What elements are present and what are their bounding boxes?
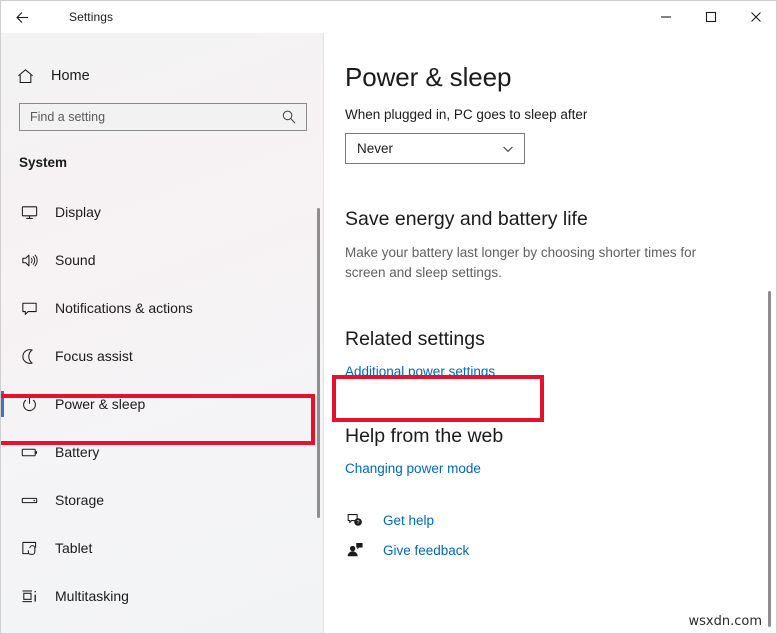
window-controls (643, 1, 776, 33)
sidebar-item-label: Focus assist (55, 348, 133, 364)
sidebar-item-display[interactable]: Display (1, 188, 323, 236)
sidebar-item-notifications[interactable]: Notifications & actions (1, 284, 323, 332)
sidebar-item-label: Tablet (55, 540, 93, 556)
sidebar-item-tablet[interactable]: Tablet (1, 524, 323, 572)
search-box[interactable] (19, 103, 307, 131)
get-help-row[interactable]: ? Get help (343, 505, 776, 535)
save-energy-heading: Save energy and battery life (345, 208, 588, 230)
back-button[interactable] (1, 1, 43, 33)
give-feedback-label: Give feedback (383, 542, 470, 558)
main-content: Power & sleep When plugged in, PC goes t… (324, 33, 776, 633)
sidebar-section-title: System (19, 155, 68, 170)
power-icon (17, 395, 41, 414)
sidebar-item-label: Multitasking (55, 588, 129, 604)
feedback-person-icon (343, 541, 367, 559)
sidebar-item-label: Display (55, 204, 101, 220)
sidebar-item-label: Notifications & actions (55, 300, 193, 316)
changing-power-mode-link[interactable]: Changing power mode (345, 461, 481, 476)
search-input[interactable] (20, 103, 272, 131)
title-bar: Settings (1, 1, 776, 33)
additional-power-settings-link[interactable]: Additional power settings (345, 364, 495, 379)
sidebar-item-label: Power & sleep (55, 396, 146, 412)
sleep-timeout-dropdown[interactable]: Never (345, 133, 525, 164)
monitor-icon (17, 203, 41, 222)
settings-window: Settings Home Find a setting System Disp… (0, 0, 777, 634)
page-title: Power & sleep (345, 62, 512, 92)
sidebar-item-power-and-sleep[interactable]: Power & sleep (1, 380, 323, 428)
sidebar-nav-list: Display Sound Notifications & actions Fo… (1, 188, 323, 620)
close-button[interactable] (733, 1, 776, 33)
sleep-field-label: When plugged in, PC goes to sleep after (345, 107, 588, 122)
sidebar-item-home[interactable]: Home (1, 61, 323, 91)
save-energy-description: Make your battery last longer by choosin… (345, 245, 697, 280)
sidebar-scrollbar[interactable] (317, 208, 320, 518)
sidebar-item-label: Sound (55, 252, 96, 268)
svg-text:?: ? (357, 520, 360, 526)
watermark: wsxdn.com (688, 614, 763, 629)
sidebar-item-multitasking[interactable]: Multitasking (1, 572, 323, 620)
maximize-button[interactable] (688, 1, 733, 33)
sleep-timeout-value: Never (357, 141, 394, 156)
drive-icon (17, 491, 41, 510)
sidebar-item-sound[interactable]: Sound (1, 236, 323, 284)
sidebar-item-battery[interactable]: Battery (1, 428, 323, 476)
search-icon[interactable] (281, 109, 297, 130)
sidebar-item-storage[interactable]: Storage (1, 476, 323, 524)
sidebar-item-label: Storage (55, 492, 105, 508)
give-feedback-row[interactable]: Give feedback (343, 535, 776, 565)
footer-links: ? Get help Give feedback (343, 505, 776, 565)
help-bubble-icon: ? (343, 511, 367, 529)
chevron-down-icon (501, 142, 515, 156)
help-from-web-heading: Help from the web (345, 425, 504, 448)
minimize-button[interactable] (643, 1, 688, 33)
speaker-icon (17, 251, 41, 270)
home-label: Home (51, 68, 90, 84)
get-help-label: Get help (383, 512, 435, 528)
moon-icon (17, 347, 41, 366)
sidebar: Home System Displ (1, 33, 323, 633)
chat-bubble-icon (17, 299, 41, 318)
battery-icon (17, 443, 41, 462)
tablet-touch-icon (17, 539, 41, 558)
multitasking-icon (17, 587, 41, 606)
related-settings-heading: Related settings (345, 328, 485, 351)
home-icon (16, 67, 42, 86)
sidebar-item-focus-assist[interactable]: Focus assist (1, 332, 323, 380)
window-title: Settings (69, 10, 114, 24)
sidebar-item-label: Battery (55, 444, 100, 460)
content-scrollbar[interactable] (768, 291, 771, 627)
